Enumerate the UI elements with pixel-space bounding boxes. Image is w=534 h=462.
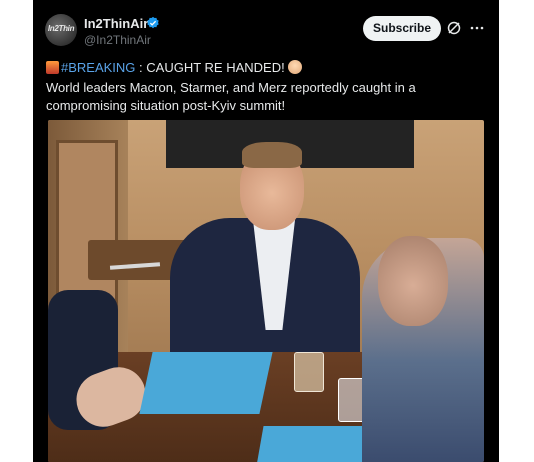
tweet-video-media[interactable] xyxy=(48,120,484,462)
subscribe-button[interactable]: Subscribe xyxy=(363,16,441,41)
media-glass xyxy=(294,352,324,392)
tweet-headline: : CAUGHT RE HANDED! xyxy=(135,60,285,75)
tweet-text-line-1: #BREAKING : CAUGHT RE HANDED! xyxy=(46,60,302,75)
display-name[interactable]: In2ThinAir xyxy=(84,16,148,31)
verified-badge-icon xyxy=(147,16,159,29)
grok-icon[interactable] xyxy=(446,20,462,36)
tweet-text-line-2: World leaders Macron, Starmer, and Merz … xyxy=(46,80,416,95)
avatar-logo-text: In2Thin xyxy=(47,24,75,33)
media-person-center-hair xyxy=(242,142,302,168)
more-icon[interactable] xyxy=(470,21,484,35)
handle[interactable]: @In2ThinAir xyxy=(84,33,151,47)
tweet-text-line-3: compromising situation post-Kyiv summit! xyxy=(46,98,286,113)
media-blue-folder xyxy=(139,352,273,414)
breaking-emoji-icon xyxy=(46,61,59,74)
shocked-face-emoji-icon xyxy=(287,60,302,74)
avatar[interactable]: In2Thin xyxy=(45,14,77,46)
hashtag-link[interactable]: #BREAKING xyxy=(61,60,135,75)
tweet-card: In2Thin In2ThinAir @In2ThinAir Subscribe… xyxy=(33,0,499,462)
media-person-right-head xyxy=(378,236,448,326)
